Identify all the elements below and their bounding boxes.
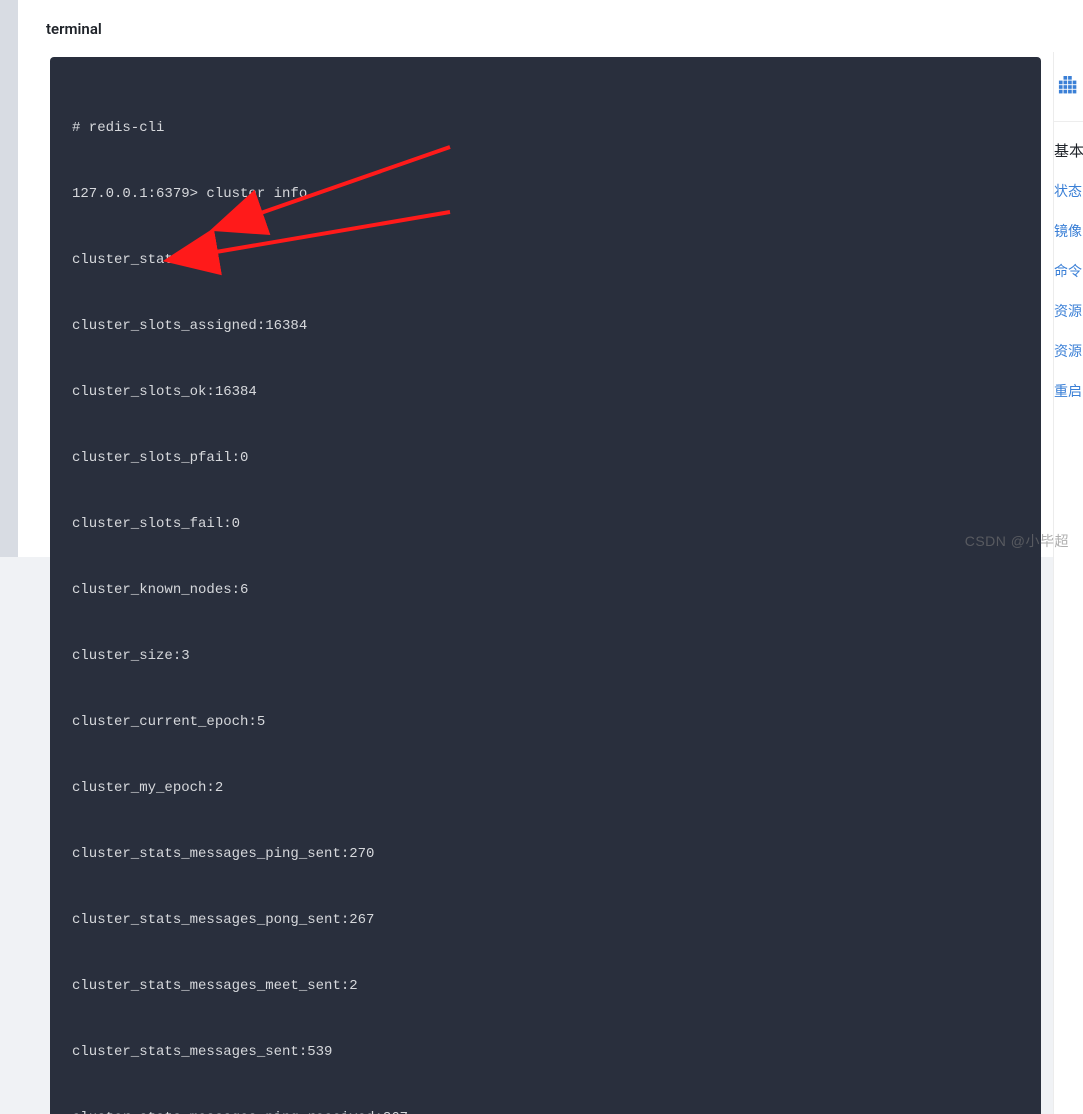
watermark: CSDN @小毕超 bbox=[965, 531, 1069, 551]
page-title: terminal bbox=[18, 0, 1083, 57]
arrow-to-cluster-size bbox=[210, 212, 450, 253]
sidebar-item-image[interactable]: 镜像 bbox=[1054, 211, 1083, 251]
grid-icon bbox=[1058, 76, 1080, 98]
terminal-line: cluster_slots_fail:0 bbox=[72, 513, 1019, 535]
left-gutter bbox=[0, 0, 18, 557]
sidebar-item-resource-2[interactable]: 资源 bbox=[1054, 331, 1083, 371]
terminal-card: # redis-cli 127.0.0.1:6379> cluster info… bbox=[50, 57, 1041, 1114]
sidebar-section-title: 基本信 bbox=[1054, 122, 1083, 171]
page-wrap: terminal # redis-cli 127.0.0.1:6379> clu… bbox=[18, 0, 1083, 557]
terminal-line: cluster_stats_messages_meet_sent:2 bbox=[72, 975, 1019, 997]
terminal-line: cluster_state:ok bbox=[72, 249, 1019, 271]
terminal-output[interactable]: # redis-cli 127.0.0.1:6379> cluster info… bbox=[50, 57, 1041, 1114]
terminal-line: cluster_known_nodes:6 bbox=[72, 579, 1019, 601]
terminal-line: cluster_stats_messages_pong_sent:267 bbox=[72, 909, 1019, 931]
terminal-line: cluster_stats_messages_sent:539 bbox=[72, 1041, 1019, 1063]
terminal-line: cluster_slots_ok:16384 bbox=[72, 381, 1019, 403]
sidebar-logo bbox=[1054, 52, 1083, 122]
terminal-line: # redis-cli bbox=[72, 117, 1019, 139]
terminal-line: cluster_slots_assigned:16384 bbox=[72, 315, 1019, 337]
terminal-line: cluster_stats_messages_ping_sent:270 bbox=[72, 843, 1019, 865]
terminal-line: cluster_size:3 bbox=[72, 645, 1019, 667]
right-sidebar: 基本信 状态 镜像 命令 资源 资源 重启 bbox=[1053, 52, 1083, 1114]
sidebar-item-resource-1[interactable]: 资源 bbox=[1054, 291, 1083, 331]
terminal-line: cluster_current_epoch:5 bbox=[72, 711, 1019, 733]
title-text: terminal bbox=[46, 20, 102, 38]
sidebar-item-command[interactable]: 命令 bbox=[1054, 251, 1083, 291]
terminal-line: cluster_slots_pfail:0 bbox=[72, 447, 1019, 469]
terminal-line: 127.0.0.1:6379> cluster info bbox=[72, 183, 1019, 205]
sidebar-item-status[interactable]: 状态 bbox=[1054, 171, 1083, 211]
terminal-line: cluster_stats_messages_ping_received:267 bbox=[72, 1107, 1019, 1114]
sidebar-item-restart[interactable]: 重启 bbox=[1054, 371, 1083, 411]
content-row: # redis-cli 127.0.0.1:6379> cluster info… bbox=[18, 57, 1083, 1114]
terminal-line: cluster_my_epoch:2 bbox=[72, 777, 1019, 799]
